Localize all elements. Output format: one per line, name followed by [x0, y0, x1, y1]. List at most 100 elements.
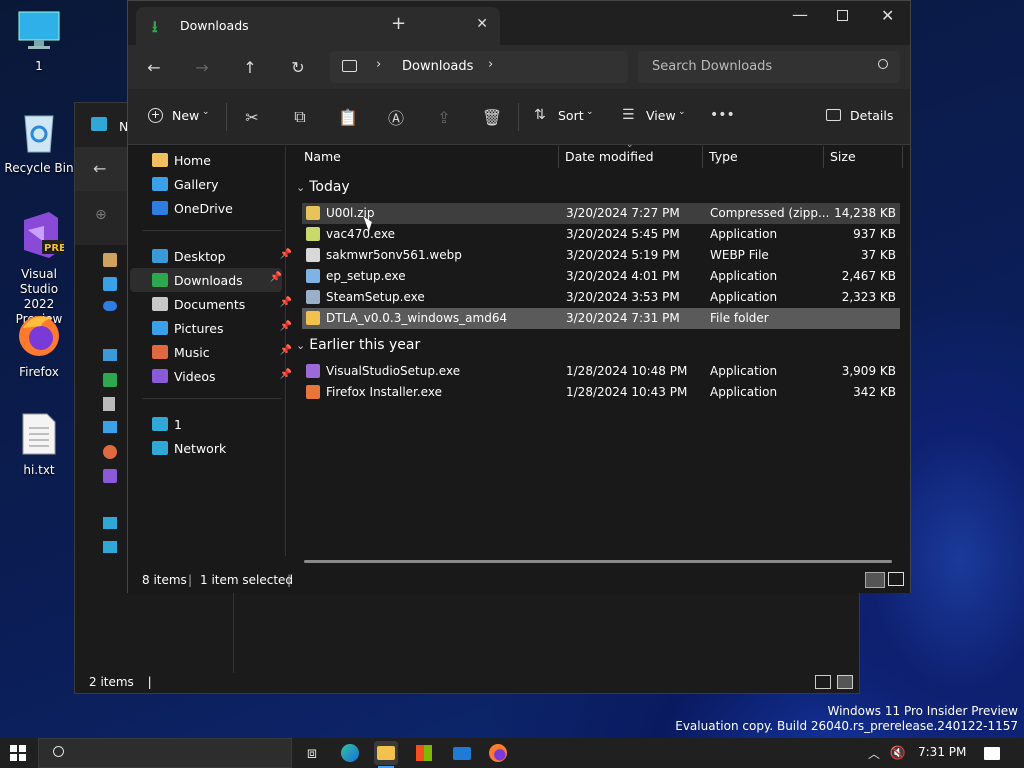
desktop-icon-hi-txt[interactable]: hi.txt — [3, 412, 75, 478]
column-header-type[interactable]: Type — [709, 149, 738, 164]
sidebar-item-music[interactable]: Music 📌 — [152, 341, 292, 363]
sidebar-item-onedrive[interactable]: OneDrive — [152, 197, 292, 219]
up-arrow-icon[interactable]: ↑ — [240, 57, 260, 77]
sidebar-item-downloads[interactable]: Downloads 📌 — [130, 268, 282, 292]
cut-icon[interactable]: ✂ — [242, 107, 262, 127]
tab-downloads[interactable]: ⭳ Downloads ✕ — [136, 7, 500, 45]
sidebar-item-documents[interactable]: Documents 📌 — [152, 293, 292, 315]
file-name: SteamSetup.exe — [326, 290, 425, 304]
column-header-name[interactable]: Name — [304, 149, 341, 164]
column-separator[interactable] — [823, 146, 824, 168]
file-type: Application — [710, 269, 778, 283]
file-size: 3,909 KB — [841, 364, 896, 378]
file-date: 3/20/2024 7:31 PM — [566, 311, 680, 325]
close-tab-icon[interactable]: ✕ — [476, 16, 488, 32]
file-row[interactable]: SteamSetup.exe 3/20/2024 3:53 PM Applicati… — [302, 287, 900, 308]
column-separator[interactable] — [702, 146, 703, 168]
close-window-button[interactable]: ✕ — [881, 6, 894, 25]
column-separator[interactable] — [558, 146, 559, 168]
desktop-icon-firefox[interactable]: Firefox — [3, 310, 75, 380]
sidebar-item-gallery[interactable]: Gallery — [152, 173, 292, 195]
start-button[interactable] — [6, 741, 30, 765]
new-tab-button[interactable]: + — [391, 13, 406, 34]
minimize-button[interactable]: — — [792, 5, 808, 24]
firefox-taskbar-icon[interactable] — [486, 741, 510, 765]
file-date: 1/28/2024 10:43 PM — [566, 385, 688, 399]
sidebar-item-videos[interactable]: Videos 📌 — [152, 365, 292, 387]
more-options-button[interactable]: ••• — [710, 107, 735, 123]
search-box[interactable]: Search Downloads — [638, 51, 900, 83]
file-row[interactable]: VisualStudioSetup.exe 1/28/2024 10:48 PM A… — [302, 361, 900, 382]
details-view-icon[interactable] — [815, 675, 831, 689]
chevron-up-icon[interactable]: ︿ — [862, 741, 886, 765]
details-pane-button[interactable]: Details — [826, 107, 896, 127]
file-row[interactable]: sakmwr5onv561.webp 3/20/2024 5:19 PM WEBP … — [302, 245, 900, 266]
copy-icon[interactable]: ⧉ — [290, 107, 310, 127]
sort-button[interactable]: ⇅ Sort ⌄ — [534, 107, 600, 127]
desktop-icon-this-pc[interactable]: 1 — [3, 10, 75, 74]
file-row[interactable]: Firefox Installer.exe 1/28/2024 10:43 PM A… — [302, 382, 900, 403]
speaker-muted-icon[interactable]: 🔇 — [886, 741, 910, 765]
new-button[interactable]: + New ⌄ — [148, 107, 214, 127]
sidebar-item-home[interactable]: Home — [152, 149, 292, 171]
forward-arrow-icon[interactable]: → — [192, 57, 212, 77]
downloads-icon — [103, 373, 117, 387]
file-size: 2,467 KB — [841, 269, 896, 283]
address-bar[interactable]: › Downloads › — [330, 51, 628, 83]
search-input[interactable]: Search Downloads — [652, 59, 772, 74]
chevron-right-icon[interactable]: › — [488, 57, 493, 72]
taskbar-search-box[interactable] — [38, 738, 292, 768]
clock-time[interactable]: 7:31 PM — [918, 745, 966, 759]
status-separator: | — [188, 573, 193, 587]
share-icon[interactable]: ⇪ — [434, 107, 454, 127]
column-separator[interactable] — [902, 146, 903, 168]
sidebar-item-network[interactable]: Network — [152, 437, 292, 459]
back-arrow-icon[interactable]: ← — [144, 57, 164, 77]
sidebar-item-this-pc[interactable]: 1 — [152, 413, 292, 435]
file-size: 342 KB — [853, 385, 896, 399]
new-icon[interactable]: ⊕ — [95, 207, 107, 223]
home-icon — [103, 253, 117, 267]
desktop-icon-recycle-bin[interactable]: Recycle Bin — [3, 110, 75, 176]
group-header-earlier[interactable]: ⌄ Earlier this year — [296, 337, 420, 353]
horizontal-scrollbar[interactable] — [304, 560, 892, 563]
breadcrumb-downloads[interactable]: Downloads — [402, 59, 473, 74]
column-header-size[interactable]: Size — [830, 149, 856, 164]
pc-icon — [103, 517, 117, 529]
firefox-logo — [489, 744, 507, 762]
store-icon[interactable] — [412, 741, 436, 765]
view-button[interactable]: ☰ View ⌄ — [622, 107, 688, 127]
sidebar-item-label: Desktop — [174, 248, 226, 264]
maximize-button[interactable] — [837, 10, 848, 21]
paste-icon[interactable]: 📋 — [338, 107, 358, 127]
file-name: ep_setup.exe — [326, 269, 406, 283]
file-explorer-taskbar-icon[interactable] — [374, 741, 398, 765]
task-view-icon[interactable]: ⧈ — [300, 741, 324, 765]
delete-icon[interactable]: 🗑 — [482, 107, 502, 127]
mail-icon[interactable] — [450, 741, 474, 765]
tiles-view-icon[interactable] — [837, 675, 853, 689]
refresh-icon[interactable]: ↻ — [288, 57, 308, 77]
file-date: 3/20/2024 7:27 PM — [566, 206, 680, 220]
back-arrow-icon[interactable]: ← — [93, 159, 106, 178]
file-explorer-window[interactable]: ⭳ Downloads ✕ + — ✕ ← → ↑ ↻ › Downloads … — [127, 0, 911, 593]
file-row[interactable]: U00l.zip 3/20/2024 7:27 PM Compressed (zip… — [302, 203, 900, 224]
notifications-icon[interactable] — [980, 741, 1004, 765]
group-header-today[interactable]: ⌄ Today — [296, 179, 350, 195]
windows-logo-icon — [10, 745, 26, 761]
onedrive-icon — [152, 201, 168, 215]
file-row[interactable]: DTLA_v0.0.3_windows_amd64 3/20/2024 7:31 … — [302, 308, 900, 329]
details-view-button[interactable] — [865, 572, 885, 588]
file-type: Compressed (zipp... — [710, 206, 830, 220]
rename-icon[interactable]: Ⓐ — [386, 107, 406, 128]
column-header-date[interactable]: Date modified — [565, 149, 654, 164]
edge-icon[interactable] — [338, 741, 362, 765]
sidebar-item-pictures[interactable]: Pictures 📌 — [152, 317, 292, 339]
file-row[interactable]: ep_setup.exe 3/20/2024 4:01 PM Application… — [302, 266, 900, 287]
file-row[interactable]: vac470.exe 3/20/2024 5:45 PM Application 93… — [302, 224, 900, 245]
file-date: 3/20/2024 5:19 PM — [566, 248, 680, 262]
sidebar-item-label: Videos — [174, 368, 216, 384]
watermark-line: Windows 11 Pro Insider Preview — [827, 704, 1018, 718]
tiles-view-button[interactable] — [888, 572, 904, 586]
sidebar-item-desktop[interactable]: Desktop 📌 — [152, 245, 292, 267]
